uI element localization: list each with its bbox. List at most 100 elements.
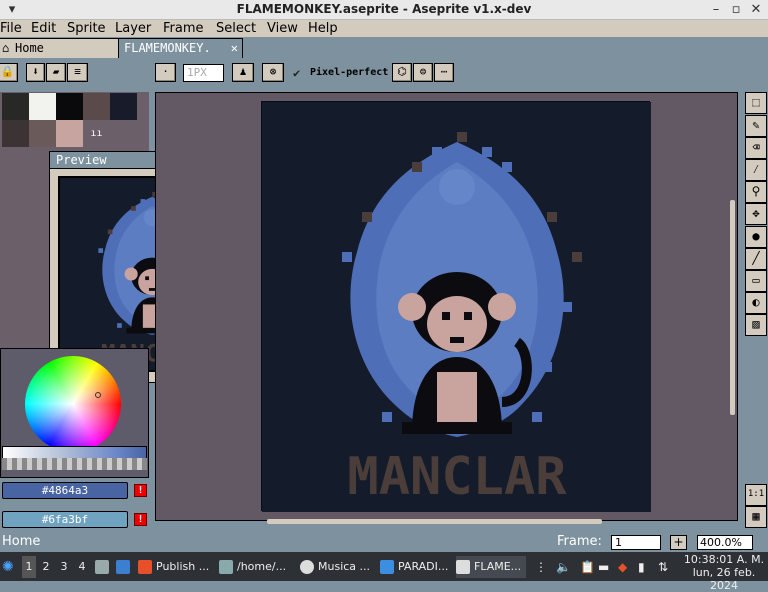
desktop-icon[interactable] [95,556,113,578]
monkey-ear [124,267,138,281]
flame-pixel [131,206,136,211]
blur-icon[interactable]: ▨ [745,314,767,336]
volume-icon[interactable]: 🔈 [556,556,571,578]
line-icon[interactable]: ╱ [745,248,767,270]
palette-swatch[interactable] [2,93,29,120]
brush-type-icon[interactable]: · [155,63,176,82]
flame-pixel [532,412,542,422]
maximize-icon[interactable]: ▫ [728,2,744,18]
monkey-face [427,296,487,352]
status-text: Home [2,534,41,549]
alpha-slider[interactable] [2,458,147,470]
wheel-cursor-fg [95,392,101,398]
bucket-icon[interactable]: ● [745,226,767,248]
pixel-grid-icon[interactable]: ⊛ [262,63,284,82]
flame-pixel [382,412,392,422]
workspace-4[interactable]: 4 [76,556,88,578]
drive-icon[interactable]: ▬ [598,556,609,578]
minimize-icon[interactable]: – [708,2,724,18]
ink-icon[interactable]: ♟ [232,63,254,82]
more-options-icon[interactable]: ⋯ [434,63,454,82]
rectangle-icon[interactable]: ▭ [745,270,767,292]
vertical-scrollbar[interactable] [730,200,735,415]
frame-label: Frame: [557,534,602,549]
tab-flamemonkey[interactable]: FLAMEMONKEY. ✕ [118,38,243,58]
actual-size-icon[interactable]: 1:1 [745,484,767,506]
menu-layer[interactable]: Layer [115,20,151,37]
palette-swatch[interactable] [110,93,137,120]
monkey-eye [145,276,149,281]
list-icon[interactable]: ≡ [67,63,88,82]
pixel-perfect-checkbox[interactable]: ✔ [293,66,300,80]
menu-sprite[interactable]: Sprite [67,20,106,37]
sprite-text: MANCLAR [347,447,567,507]
zoom-input[interactable]: 400.0% [697,535,753,550]
task-music[interactable]: Musica ... [300,556,376,578]
menu-frame[interactable]: Frame [163,20,204,37]
contour-icon[interactable]: ◐ [745,292,767,314]
zoom-icon[interactable]: ⚲ [745,181,767,203]
close-tab-icon[interactable]: ✕ [231,39,238,57]
brush-size-input[interactable]: 1PX [183,64,224,82]
folder-icon[interactable]: ▰ [46,63,66,82]
lock-icon[interactable]: 🔒 [0,63,18,82]
add-frame-button[interactable]: + [670,535,687,550]
tab-flamemonkey-label: FLAMEMONKEY. [124,41,211,55]
dynamics-icon[interactable]: ⊜ [413,63,433,82]
monkey-mouth [450,337,464,343]
palette-swatch[interactable] [29,93,56,120]
window-title: FLAMEMONKEY.aseprite - Aseprite v1.x-dev [236,2,532,16]
clipboard-icon[interactable]: 📋 [580,556,595,578]
task-aseprite[interactable]: FLAME... [456,556,526,578]
task-folder[interactable]: PARADI... [380,556,452,578]
context-toolbar: 🔒 ⬇ ▰ ≡ · 1PX ♟ ⊛ ✔ Pixel-perfect ⌬ ⊜ ⋯ [0,58,768,90]
tab-home[interactable]: ⌂ Home ✕ [0,38,132,58]
workspace-1[interactable]: 1 [22,556,36,578]
window-titlebar: ▾ FLAMEMONKEY.aseprite - Aseprite v1.x-d… [0,0,768,20]
foreground-color-field[interactable]: #4864a3 [2,482,128,499]
timeline-icon[interactable]: ▦ [745,506,767,528]
symmetry-icon[interactable]: ⌬ [392,63,412,82]
palette-swatch[interactable] [56,120,83,147]
close-window-icon[interactable]: ✕ [748,2,764,18]
palette-swatch[interactable] [2,120,29,147]
battery-icon[interactable]: ▮ [638,556,645,578]
color-wheel[interactable] [25,356,121,452]
menu-edit[interactable]: Edit [31,20,56,37]
brave-tray-icon[interactable]: ◆ [618,556,627,578]
tab-bar: ⌂ Home ✕ FLAMEMONKEY. ✕ [0,37,768,58]
menu-icon[interactable]: ⋮ [535,556,547,578]
palette-swatch[interactable] [83,93,110,120]
move-icon[interactable]: ✥ [745,203,767,225]
frame-input[interactable]: 1 [611,535,661,550]
download-icon[interactable]: ⬇ [26,63,45,82]
menu-select[interactable]: Select [216,20,256,37]
marquee-icon[interactable]: ⬚ [745,92,767,114]
eraser-icon[interactable]: ⌫ [745,137,767,159]
warning-icon[interactable]: ! [134,484,147,497]
sprite-canvas[interactable]: MANCLAR [261,101,651,512]
preview-title: Preview [56,153,107,167]
background-color-field[interactable]: #6fa3bf [2,511,128,528]
workspace-3[interactable]: 3 [58,556,70,578]
menu-help[interactable]: Help [308,20,338,37]
clock[interactable]: 10:38:01 A. M. lun, 26 feb. 2024 [681,553,767,592]
eyedropper-icon[interactable]: ⁄ [745,159,767,181]
menu-file[interactable]: File [0,20,22,37]
warning-icon[interactable]: ! [134,513,147,526]
task-files[interactable]: /home/... [219,556,295,578]
network-icon[interactable]: ⇅ [658,556,668,578]
palette-swatch[interactable] [56,93,83,120]
flame-pixel [342,252,352,262]
menu-view[interactable]: View [267,20,298,37]
palette-swatch[interactable] [29,120,56,147]
files-icon[interactable] [116,556,134,578]
workspace-2[interactable]: 2 [40,556,52,578]
sprite-art: MANCLAR [262,102,651,512]
spirit-head [439,169,475,205]
horizontal-scrollbar[interactable] [267,519,602,524]
start-menu-icon[interactable]: ✺ [2,556,14,578]
palette-index-label: ıı [90,128,103,139]
pencil-icon[interactable]: ✎ [745,115,767,137]
task-browser[interactable]: Publish ... [138,556,214,578]
